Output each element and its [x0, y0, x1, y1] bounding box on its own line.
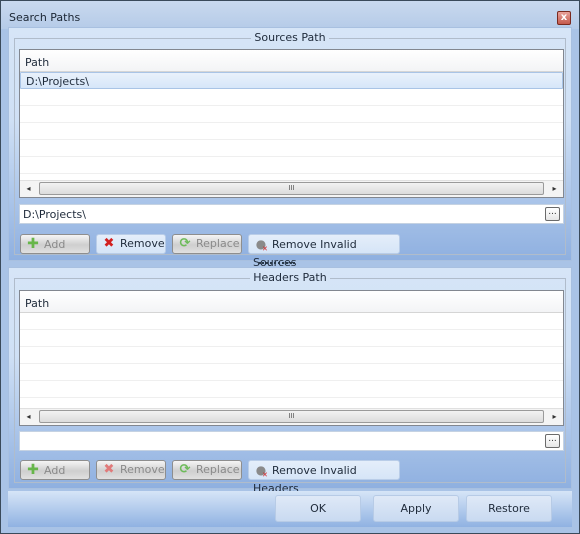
headers-column-header[interactable]: Path [20, 291, 563, 313]
sources-replace-button[interactable]: ⟳ Replace [172, 234, 242, 254]
window-title: Search Paths [9, 11, 81, 24]
panel-splitter[interactable] [259, 262, 295, 265]
remove-invalid-sources-button[interactable]: ●Remove Invalid Sources [248, 234, 400, 269]
replace-refresh-icon: ⟳ [179, 462, 191, 477]
sources-horizontal-scrollbar[interactable]: ◂ III ▸ [20, 180, 563, 197]
replace-refresh-icon: ⟳ [179, 236, 191, 251]
sources-empty-row [20, 106, 563, 123]
scroll-left-icon[interactable]: ◂ [20, 181, 37, 197]
dialog-footer: OK Apply Restore [8, 491, 572, 527]
remove-x-icon: ✖ [103, 236, 115, 251]
scroll-thumb[interactable]: III [39, 182, 544, 195]
plus-icon: ✚ [27, 462, 39, 478]
headers-empty-row [20, 330, 563, 347]
scroll-thumb[interactable]: III [39, 410, 544, 423]
headers-horizontal-scrollbar[interactable]: ◂ III ▸ [20, 408, 563, 425]
remove-invalid-headers-button[interactable]: ●Remove Invalid Headers [248, 460, 400, 495]
headers-add-button[interactable]: ✚ Add [20, 460, 90, 480]
sources-empty-row [20, 89, 563, 106]
sources-browse-button[interactable]: ... [545, 207, 560, 221]
sources-legend: Sources Path [251, 31, 329, 44]
sources-path-input[interactable]: D:\Projects\ ... [19, 204, 564, 224]
headers-replace-button[interactable]: ⟳ Replace [172, 460, 242, 480]
remove-invalid-icon: ● [253, 235, 269, 258]
sources-add-button[interactable]: ✚ Add [20, 234, 90, 254]
remove-invalid-icon: ● [253, 461, 269, 484]
sources-list[interactable]: Path D:\Projects\ ◂ III ▸ [19, 49, 564, 198]
sources-remove-button[interactable]: ✖ Remove [96, 234, 166, 254]
restore-button[interactable]: Restore [466, 495, 552, 522]
headers-browse-button[interactable]: ... [545, 434, 560, 448]
scroll-left-icon[interactable]: ◂ [20, 409, 37, 425]
scroll-right-icon[interactable]: ▸ [546, 181, 563, 197]
headers-empty-row [20, 347, 563, 364]
headers-remove-button[interactable]: ✖ Remove [96, 460, 166, 480]
headers-empty-row [20, 364, 563, 381]
title-bar: Search Paths x [1, 1, 579, 29]
sources-list-item[interactable]: D:\Projects\ [20, 72, 563, 89]
close-icon: x [560, 12, 568, 23]
sources-empty-row [20, 157, 563, 174]
sources-panel: Sources Path Path D:\Projects\ ◂ III ▸ D… [8, 27, 572, 269]
headers-path-input[interactable]: ... [19, 431, 564, 451]
headers-panel: Headers Path Path ◂ III ▸ ... ✚ Add ✖ Remo… [8, 267, 572, 495]
scroll-right-icon[interactable]: ▸ [546, 409, 563, 425]
plus-icon: ✚ [27, 236, 39, 252]
headers-legend: Headers Path [250, 271, 330, 284]
remove-x-icon: ✖ [103, 462, 115, 477]
sources-path-value: D:\Projects\ [23, 208, 86, 221]
headers-empty-row [20, 381, 563, 398]
close-button[interactable]: x [557, 11, 571, 25]
sources-empty-row [20, 140, 563, 157]
headers-list[interactable]: Path ◂ III ▸ [19, 290, 564, 426]
headers-empty-row [20, 313, 563, 330]
ok-button[interactable]: OK [275, 495, 361, 522]
search-paths-dialog: Search Paths x Sources Path Path D:\Proj… [0, 0, 580, 534]
sources-empty-row [20, 123, 563, 140]
apply-button[interactable]: Apply [373, 495, 459, 522]
sources-column-header[interactable]: Path [20, 50, 563, 72]
